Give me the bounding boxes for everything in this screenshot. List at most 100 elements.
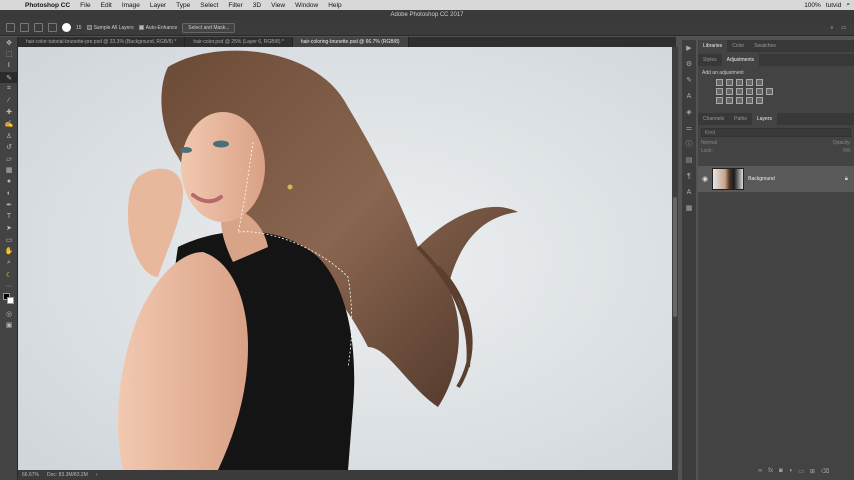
tool-preset-icon[interactable] xyxy=(6,23,15,32)
menu-3d[interactable]: 3D xyxy=(248,2,266,9)
quick-selection-tool-icon[interactable]: ✎ xyxy=(0,71,18,84)
timeline-icon[interactable]: ⚌ xyxy=(682,120,696,136)
workspace-icon[interactable]: ▭ xyxy=(841,25,846,31)
mask-icon[interactable]: ◙ xyxy=(779,468,783,475)
menu-file[interactable]: File xyxy=(75,2,95,9)
auto-enhance-checkbox[interactable]: Auto-Enhance xyxy=(138,25,177,31)
gradient-tool-icon[interactable]: ▦ xyxy=(0,165,18,177)
menu-filter[interactable]: Filter xyxy=(223,2,247,9)
blur-tool-icon[interactable]: ● xyxy=(0,176,18,188)
menu-edit[interactable]: Edit xyxy=(96,2,117,9)
eye-icon[interactable]: ◉ xyxy=(702,175,708,183)
background-color-swatch[interactable] xyxy=(7,297,14,305)
character-icon[interactable]: A xyxy=(682,88,696,104)
tab-color[interactable]: Color xyxy=(727,40,749,52)
path-selection-tool-icon[interactable]: ➤ xyxy=(0,223,18,235)
menu-type[interactable]: Type xyxy=(171,2,195,9)
menu-view[interactable]: View xyxy=(266,2,290,9)
group-icon[interactable]: ▭ xyxy=(798,468,804,475)
layer-filter-input[interactable]: Kind xyxy=(701,128,851,137)
chevron-right-icon[interactable]: › xyxy=(96,472,98,478)
brush-tool-icon[interactable]: ✍ xyxy=(0,118,18,130)
document-canvas[interactable] xyxy=(18,47,672,470)
tab-document-1[interactable]: hair-color-tutorial-brunette-pre.psd @ 3… xyxy=(18,37,186,47)
layer-comps-icon[interactable]: ▦ xyxy=(682,200,696,216)
screen-mode-icon[interactable]: ▣ xyxy=(0,320,18,332)
layer-name[interactable]: Background xyxy=(748,176,775,182)
hue-saturation-icon[interactable] xyxy=(716,88,723,95)
new-layer-icon[interactable]: ⊞ xyxy=(810,468,815,475)
subtract-selection-icon[interactable] xyxy=(48,23,57,32)
zoom-level[interactable]: 66.67% xyxy=(22,472,39,478)
eraser-tool-icon[interactable]: ▱ xyxy=(0,153,18,165)
move-tool-icon[interactable]: ✥ xyxy=(0,37,18,49)
dodge-tool-icon[interactable]: ◐ xyxy=(0,188,18,200)
healing-tool-icon[interactable]: ✚ xyxy=(0,107,18,119)
layer-row-background[interactable]: ◉ Background 🔒︎ xyxy=(698,166,854,192)
shape-tool-icon[interactable]: ▭ xyxy=(0,234,18,246)
eyedropper-tool-icon[interactable]: ⁄ xyxy=(0,95,18,107)
curves-icon[interactable] xyxy=(736,79,743,86)
tab-adjustments[interactable]: Adjustments xyxy=(721,54,760,66)
photo-filter-icon[interactable] xyxy=(746,88,753,95)
black-white-icon[interactable] xyxy=(736,88,743,95)
tab-document-2[interactable]: hair-color.psd @ 25% (Layer 6, RGB/8) * xyxy=(185,37,293,47)
channel-mixer-icon[interactable] xyxy=(756,88,763,95)
brightness-icon[interactable] xyxy=(716,79,723,86)
sample-all-layers-checkbox[interactable]: Sample All Layers xyxy=(86,25,134,31)
new-selection-icon[interactable] xyxy=(20,23,29,32)
clone-stamp-tool-icon[interactable]: ♙ xyxy=(0,130,18,142)
marquee-tool-icon[interactable]: ⬚ xyxy=(0,49,18,61)
color-balance-icon[interactable] xyxy=(726,88,733,95)
swatch-panel-icon[interactable]: ▤ xyxy=(682,152,696,168)
tab-styles[interactable]: Styles xyxy=(698,54,722,66)
user-name[interactable]: tutvid xyxy=(826,2,842,9)
3d-icon[interactable]: ◈ xyxy=(682,104,696,120)
posterize-icon[interactable] xyxy=(726,97,733,104)
tab-swatches[interactable]: Swatches xyxy=(749,40,781,52)
extras-icon[interactable]: ··· xyxy=(0,280,18,292)
add-selection-icon[interactable] xyxy=(34,23,43,32)
selective-color-icon[interactable] xyxy=(756,97,763,104)
app-menu[interactable]: Photoshop CC xyxy=(20,2,75,9)
tab-libraries[interactable]: Libraries xyxy=(698,40,728,52)
select-and-mask-button[interactable]: Select and Mask... xyxy=(182,22,236,33)
history-brush-tool-icon[interactable]: ↺ xyxy=(0,141,18,153)
tab-layers[interactable]: Layers xyxy=(751,113,777,125)
threshold-icon[interactable] xyxy=(736,97,743,104)
pen-tool-icon[interactable]: ✒ xyxy=(0,199,18,211)
trash-icon[interactable]: ⌫ xyxy=(821,468,829,475)
history-icon[interactable]: ▶ xyxy=(682,40,696,56)
glyphs-icon[interactable]: A xyxy=(682,184,696,200)
tab-channels[interactable]: Channels xyxy=(698,113,729,125)
hand-tool-icon[interactable]: ✋ xyxy=(0,246,18,258)
menu-layer[interactable]: Layer xyxy=(145,2,171,9)
quick-mask-icon[interactable]: ◎ xyxy=(0,308,18,320)
menu-image[interactable]: Image xyxy=(117,2,145,9)
opacity-label[interactable]: Opacity: xyxy=(833,140,851,146)
vertical-scrollbar[interactable] xyxy=(672,47,678,470)
paragraph-icon[interactable]: ¶ xyxy=(682,168,696,184)
levels-icon[interactable] xyxy=(726,79,733,86)
menu-select[interactable]: Select xyxy=(195,2,223,9)
tab-paths[interactable]: Paths xyxy=(729,113,752,125)
fill-label[interactable]: Fill: xyxy=(843,148,851,154)
crop-tool-icon[interactable]: ⌗ xyxy=(0,83,18,95)
search-icon[interactable]: ⌕ xyxy=(830,25,833,31)
blend-mode-select[interactable]: Normal xyxy=(701,140,717,146)
brush-preview-icon[interactable] xyxy=(62,23,71,32)
tab-document-3[interactable]: hair-coloring-brunette.psd @ 66.7% (RGB/… xyxy=(292,37,409,47)
exposure-icon[interactable] xyxy=(746,79,753,86)
search-icon[interactable]: ⌕ xyxy=(846,1,850,9)
adjustment-layer-icon[interactable]: ◑ xyxy=(789,468,793,475)
zoom-tool-icon[interactable]: ⌕ xyxy=(0,257,18,269)
lasso-tool-icon[interactable]: ℓ xyxy=(0,60,18,72)
info-icon[interactable]: ⓘ xyxy=(682,136,696,152)
invert-icon[interactable] xyxy=(716,97,723,104)
link-icon[interactable]: ∞ xyxy=(758,468,762,475)
brush-size[interactable]: 15 xyxy=(76,25,82,31)
gradient-map-icon[interactable] xyxy=(746,97,753,104)
fx-icon[interactable]: fx xyxy=(768,468,773,475)
color-lookup-icon[interactable] xyxy=(766,88,773,95)
vibrance-icon[interactable] xyxy=(756,79,763,86)
